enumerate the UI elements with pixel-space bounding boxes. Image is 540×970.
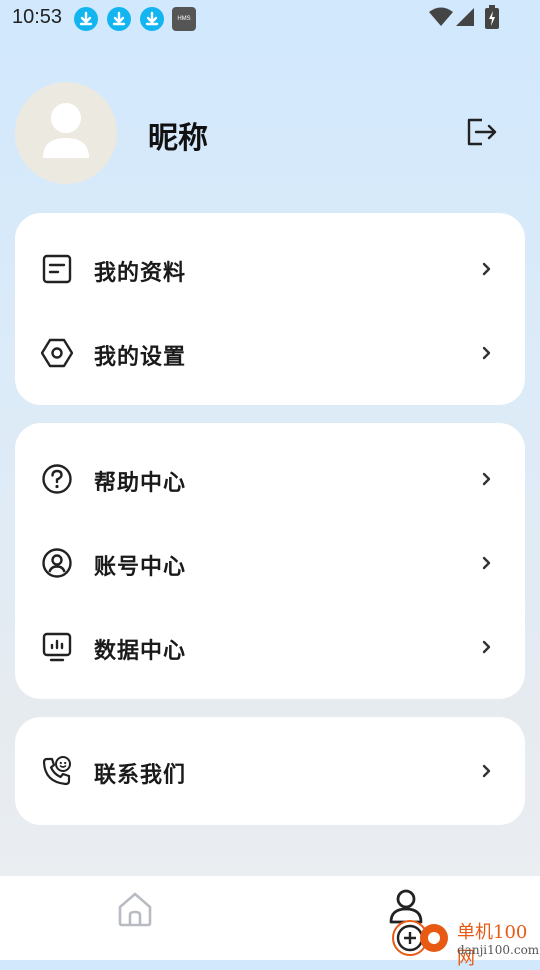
- bottom-nav: 单机100网 danji100.com: [0, 876, 540, 969]
- menu-item-contact-us[interactable]: 联系我们: [15, 729, 525, 813]
- chevron-right-icon: [482, 346, 491, 360]
- download-icon: [140, 7, 164, 31]
- signal-icon: [456, 8, 474, 26]
- menu-card-contact: 联系我们: [15, 717, 525, 825]
- watermark-logo-icon: [392, 920, 448, 956]
- download-icon: [107, 7, 131, 31]
- watermark: 单机100网 danji100.com: [384, 910, 540, 969]
- chevron-right-icon: [482, 472, 491, 486]
- chevron-right-icon: [482, 764, 491, 778]
- chevron-right-icon: [482, 556, 491, 570]
- menu-item-label: 账号中心: [94, 554, 187, 579]
- account-circle-icon: [42, 548, 72, 578]
- menu-item-my-profile[interactable]: 我的资料: [15, 227, 525, 311]
- hms-icon: HMS: [172, 7, 196, 31]
- status-time: 10:53: [12, 6, 63, 28]
- menu-item-data-center[interactable]: 数据中心: [15, 605, 525, 689]
- menu-item-label: 数据中心: [94, 638, 187, 663]
- menu-item-label: 帮助中心: [94, 470, 187, 495]
- contact-phone-icon: [42, 756, 71, 786]
- default-avatar-icon: [43, 103, 89, 158]
- status-bar: 10:53 HMS: [0, 0, 540, 38]
- menu-item-label: 我的设置: [94, 344, 187, 369]
- profile-card-icon: [42, 254, 72, 284]
- chevron-right-icon: [482, 262, 491, 276]
- wifi-icon: [429, 7, 453, 26]
- nickname[interactable]: 昵称: [148, 113, 208, 157]
- logout-icon[interactable]: [464, 116, 498, 148]
- settings-hexagon-icon: [41, 338, 73, 368]
- data-monitor-icon: [42, 632, 72, 662]
- menu-item-help-center[interactable]: 帮助中心: [15, 437, 525, 521]
- battery-charging-icon: [485, 5, 499, 29]
- menu-item-label: 联系我们: [94, 762, 187, 787]
- menu-card-center: 帮助中心 账号中心 数据中心: [15, 423, 525, 699]
- watermark-url: danji100.com: [457, 943, 540, 957]
- menu-card-personal: 我的资料 我的设置: [15, 213, 525, 405]
- menu-item-label: 我的资料: [94, 260, 187, 285]
- help-circle-icon: [42, 464, 72, 494]
- home-icon[interactable]: [116, 890, 154, 928]
- chevron-right-icon: [482, 640, 491, 654]
- download-icon: [74, 7, 98, 31]
- menu-item-my-settings[interactable]: 我的设置: [15, 311, 525, 395]
- avatar[interactable]: [15, 82, 117, 184]
- menu-item-account-center[interactable]: 账号中心: [15, 521, 525, 605]
